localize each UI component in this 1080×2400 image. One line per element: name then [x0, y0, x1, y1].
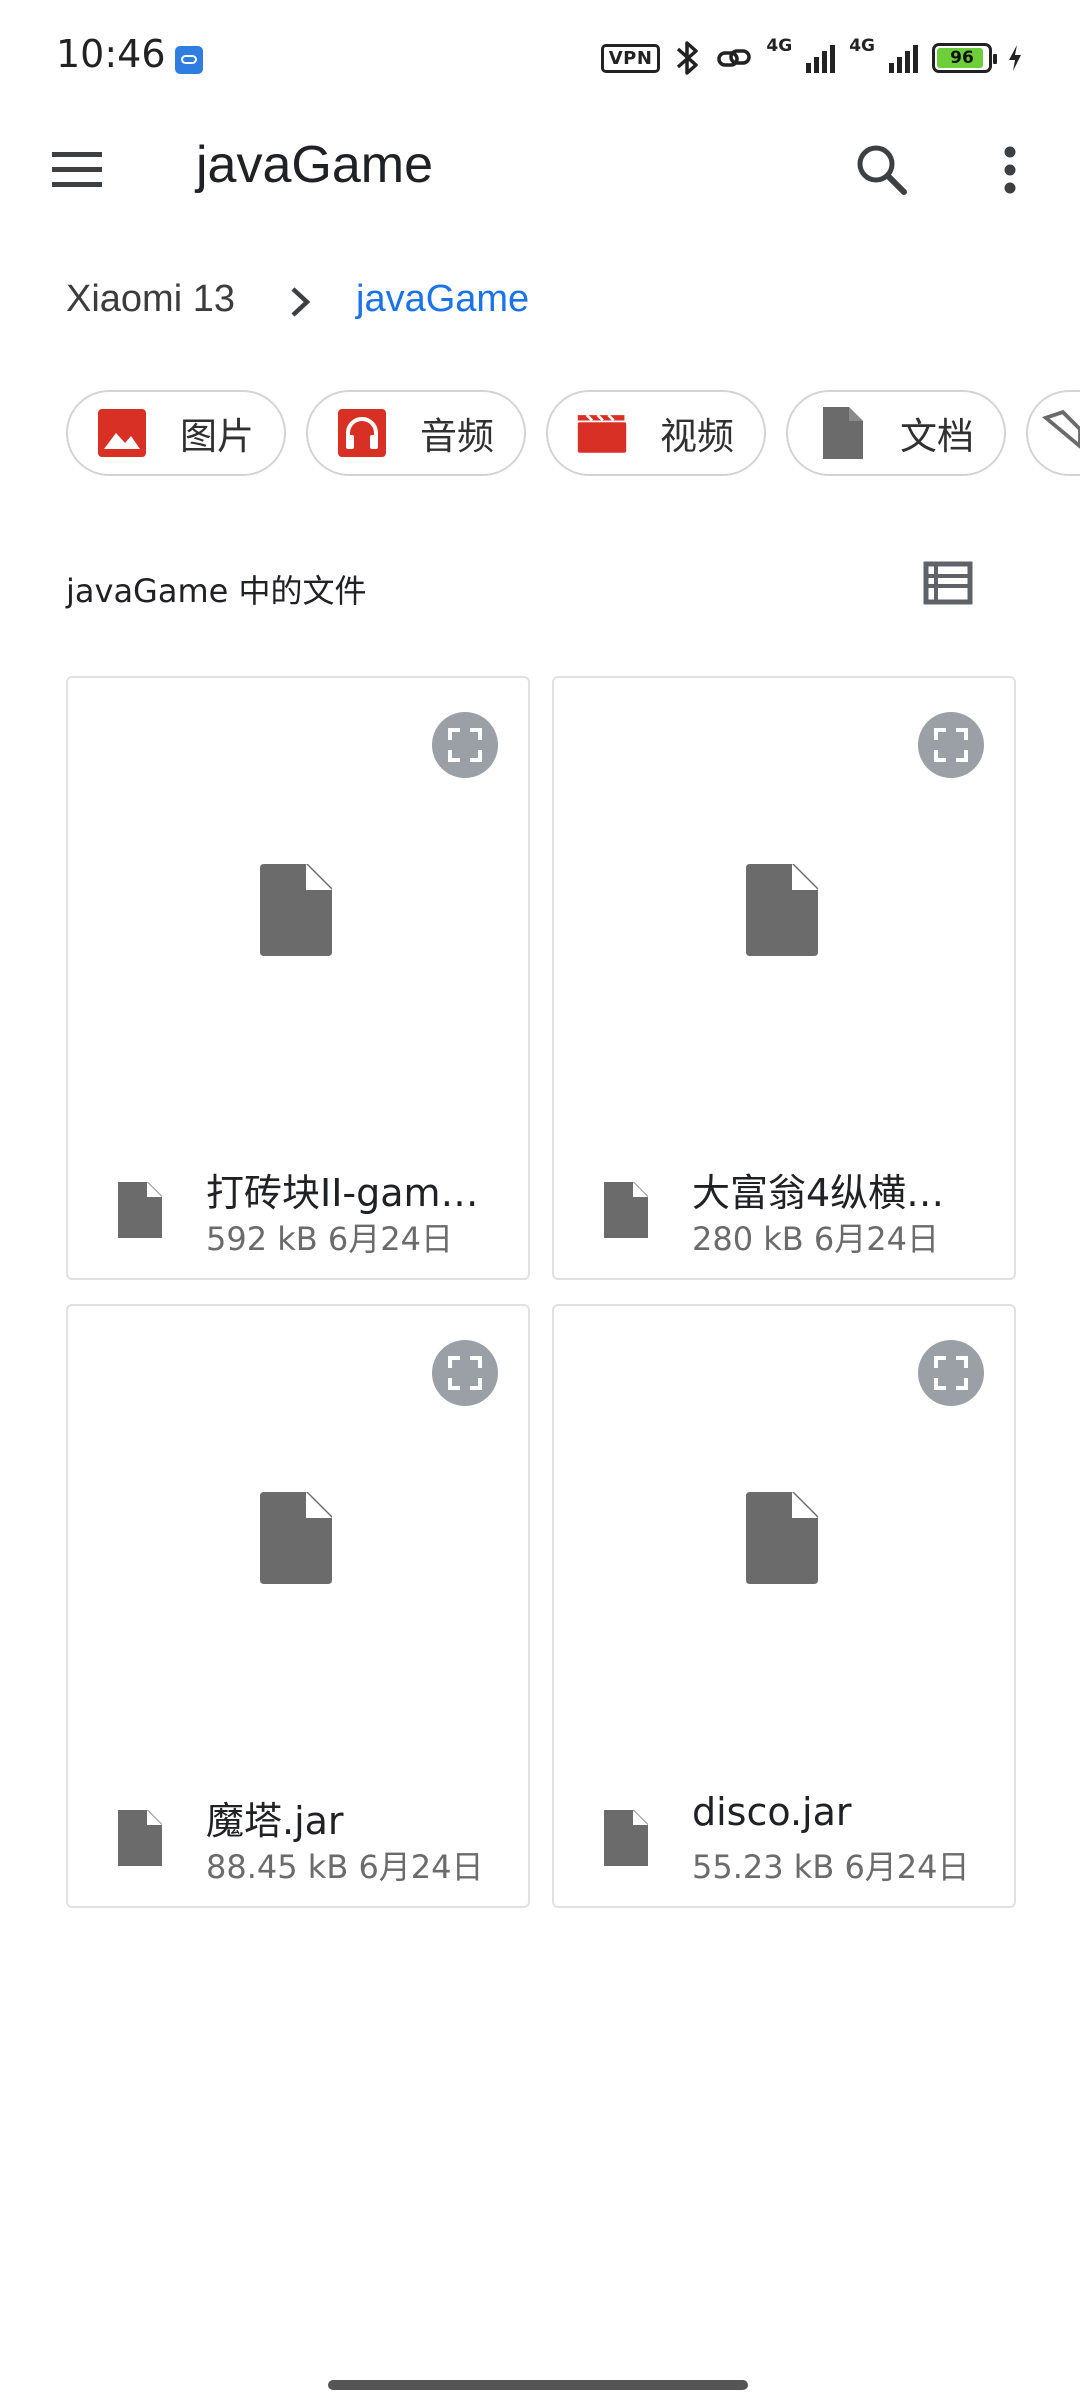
file-name: disco.jar — [692, 1790, 852, 1834]
more-options-button[interactable] — [980, 134, 1040, 206]
chip-images[interactable]: 图片 — [66, 390, 286, 476]
chip-label: 图片 — [180, 415, 254, 458]
file-name: 魔塔.jar — [206, 1799, 344, 1843]
file-meta: 88.45 kB 6月24日 — [206, 1842, 484, 1888]
file-date: 6月24日 — [813, 1220, 939, 1258]
chip-documents[interactable]: 文档 — [786, 390, 1006, 476]
charging-icon — [1009, 45, 1021, 71]
file-meta: 280 kB 6月24日 — [692, 1214, 939, 1260]
page-title: javaGame — [196, 136, 433, 194]
file-icon — [118, 1182, 162, 1238]
view-toggle-button[interactable] — [918, 556, 978, 612]
section-title: javaGame 中的文件 — [66, 572, 367, 610]
image-icon — [96, 407, 148, 459]
status-indicators: VPN 4G 4G 96 — [600, 36, 1024, 80]
chip-label: 音频 — [420, 415, 494, 458]
file-date: 6月24日 — [327, 1220, 453, 1258]
file-thumbnail-icon — [746, 1492, 818, 1584]
file-card[interactable]: 打砖块II-gam… 592 kB 6月24日 — [66, 676, 530, 1280]
chip-label: 文档 — [900, 415, 974, 458]
list-view-icon — [923, 561, 973, 605]
link-icon — [175, 46, 203, 74]
chip-video[interactable]: 视频 — [546, 390, 766, 476]
file-icon — [118, 1810, 162, 1866]
file-thumbnail-icon — [746, 864, 818, 956]
file-icon — [604, 1810, 648, 1866]
vpn-badge: VPN — [600, 43, 661, 73]
network-type-1: 4G — [766, 36, 793, 56]
chip-label: 视频 — [660, 415, 734, 458]
file-card[interactable]: 魔塔.jar 88.45 kB 6月24日 — [66, 1304, 530, 1908]
tag-icon — [1042, 409, 1080, 449]
signal-icon-1 — [806, 43, 836, 73]
chevron-right-icon — [291, 287, 311, 317]
breadcrumb-root[interactable]: Xiaomi 13 — [66, 278, 235, 321]
file-date: 6月24日 — [844, 1848, 970, 1886]
hotspot-link-icon — [717, 49, 752, 67]
home-indicator[interactable] — [328, 2380, 748, 2390]
file-meta: 55.23 kB 6月24日 — [692, 1842, 970, 1888]
network-type-2: 4G — [849, 36, 875, 56]
battery-icon: 96 — [932, 43, 997, 73]
breadcrumb-current[interactable]: javaGame — [356, 278, 529, 321]
expand-icon[interactable] — [918, 1340, 984, 1406]
menu-button[interactable] — [40, 140, 116, 200]
expand-icon[interactable] — [432, 1340, 498, 1406]
document-icon — [816, 407, 868, 459]
chip-more-partial[interactable] — [1026, 390, 1080, 476]
signal-icon-2 — [889, 43, 918, 73]
menu-icon — [52, 152, 102, 187]
video-icon — [576, 407, 628, 459]
expand-icon[interactable] — [432, 712, 498, 778]
file-size: 55.23 kB — [692, 1848, 835, 1886]
file-size: 88.45 kB — [206, 1848, 349, 1886]
file-size: 280 kB — [692, 1220, 804, 1258]
file-date: 6月24日 — [358, 1848, 484, 1886]
file-name: 大富翁4纵横… — [692, 1171, 945, 1215]
chip-audio[interactable]: 音频 — [306, 390, 526, 476]
file-card[interactable]: disco.jar 55.23 kB 6月24日 — [552, 1304, 1016, 1908]
status-time: 10:46 — [56, 32, 166, 76]
search-icon — [857, 145, 907, 195]
battery-level: 96 — [950, 48, 974, 68]
more-vert-icon — [1004, 146, 1016, 194]
file-thumbnail-icon — [260, 864, 332, 956]
expand-icon[interactable] — [918, 712, 984, 778]
headphones-icon — [336, 407, 388, 459]
file-thumbnail-icon — [260, 1492, 332, 1584]
file-icon — [604, 1182, 648, 1238]
file-name: 打砖块II-gam… — [206, 1171, 479, 1215]
file-meta: 592 kB 6月24日 — [206, 1214, 453, 1260]
file-card[interactable]: 大富翁4纵横… 280 kB 6月24日 — [552, 676, 1016, 1280]
file-size: 592 kB — [206, 1220, 318, 1258]
search-button[interactable] — [846, 134, 918, 206]
bluetooth-icon — [677, 41, 699, 75]
